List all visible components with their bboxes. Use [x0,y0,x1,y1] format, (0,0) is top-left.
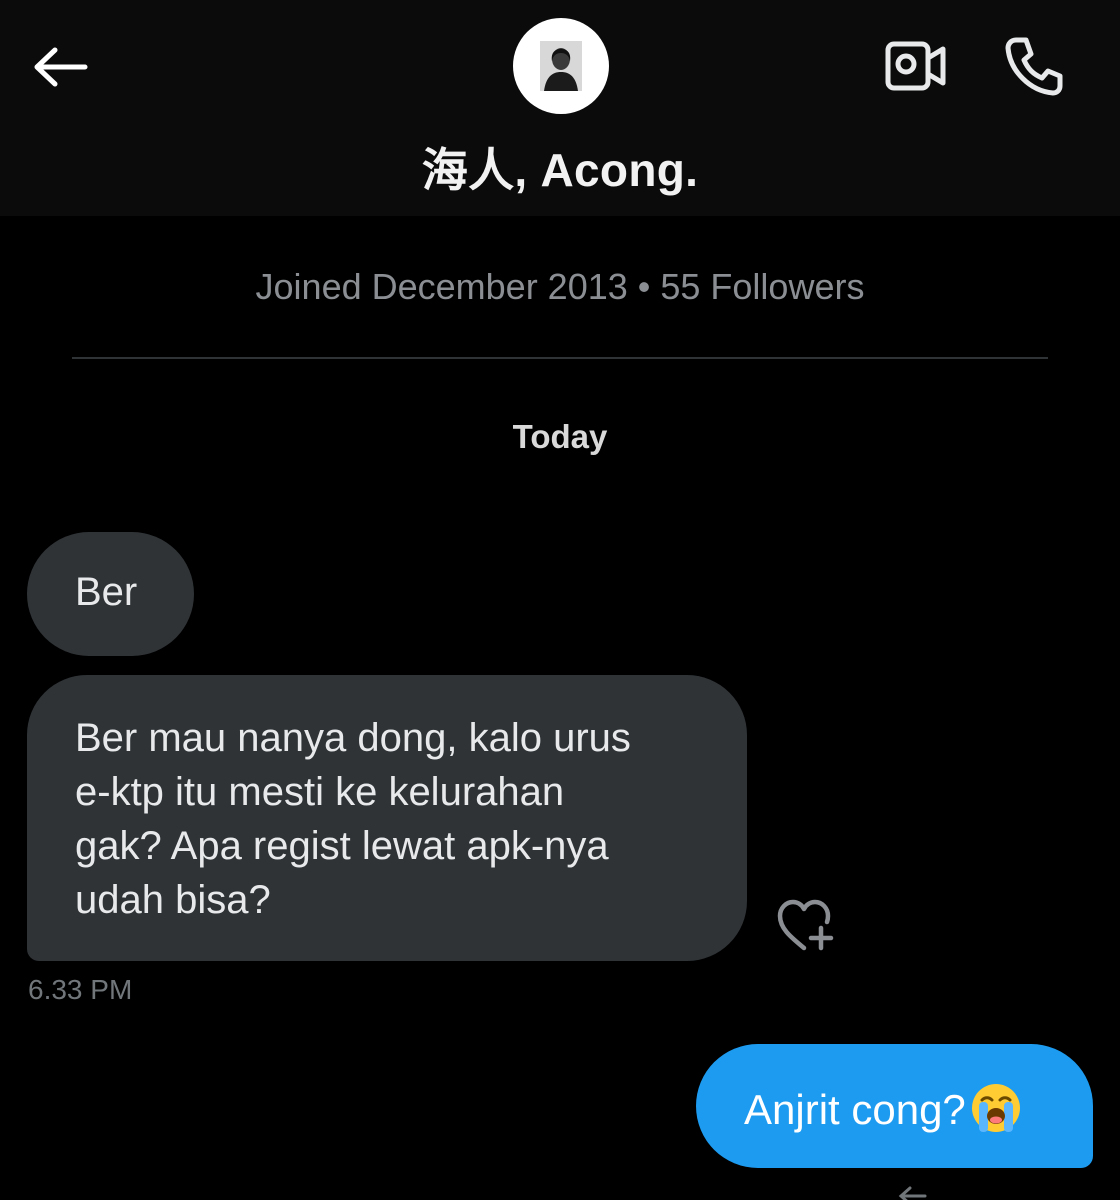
conversation-title[interactable]: 海人, Acong. [0,134,1120,200]
message-text: Ber [75,570,138,614]
video-call-button[interactable] [880,30,952,102]
profile-joined-info: Joined December 2013 • 55 Followers [255,266,865,307]
incoming-message[interactable]: Ber [27,532,194,656]
message-text: Anjrit cong? [744,1086,966,1133]
message-text-line: gak? Apa regist lewat apk-nya [75,824,609,868]
dm-conversation-screen: 海人, Acong. Joined December 2013 • 55 Fol… [0,0,1120,1200]
voice-call-button[interactable] [998,30,1070,102]
profile-avatar [540,41,582,91]
back-button[interactable] [30,36,92,98]
reply-arrow-icon [898,1186,927,1200]
message-text-line: udah bisa? [75,878,271,922]
loudly-crying-face-icon [971,1084,1020,1132]
add-reaction-button[interactable] [770,896,842,956]
video-camera-icon [885,41,946,91]
arrow-left-icon [34,47,88,87]
date-separator: Today [512,418,608,455]
message-timestamp: 6.33 PM [28,974,133,1005]
message-text-line: e-ktp itu mesti ke kelurahan [75,770,565,814]
conversation-header: 海人, Acong. [0,0,1120,216]
message-text-line: Ber mau nanya dong, kalo urus [75,716,631,760]
divider [72,357,1048,359]
phone-icon [1005,37,1063,96]
avatar[interactable] [513,18,609,114]
outgoing-message[interactable]: Anjrit cong? [696,1044,1093,1168]
incoming-message[interactable]: Ber mau nanya dong, kalo urus e-ktp itu … [27,675,747,961]
read-receipt [898,1184,1098,1200]
heart-plus-icon [777,899,834,951]
